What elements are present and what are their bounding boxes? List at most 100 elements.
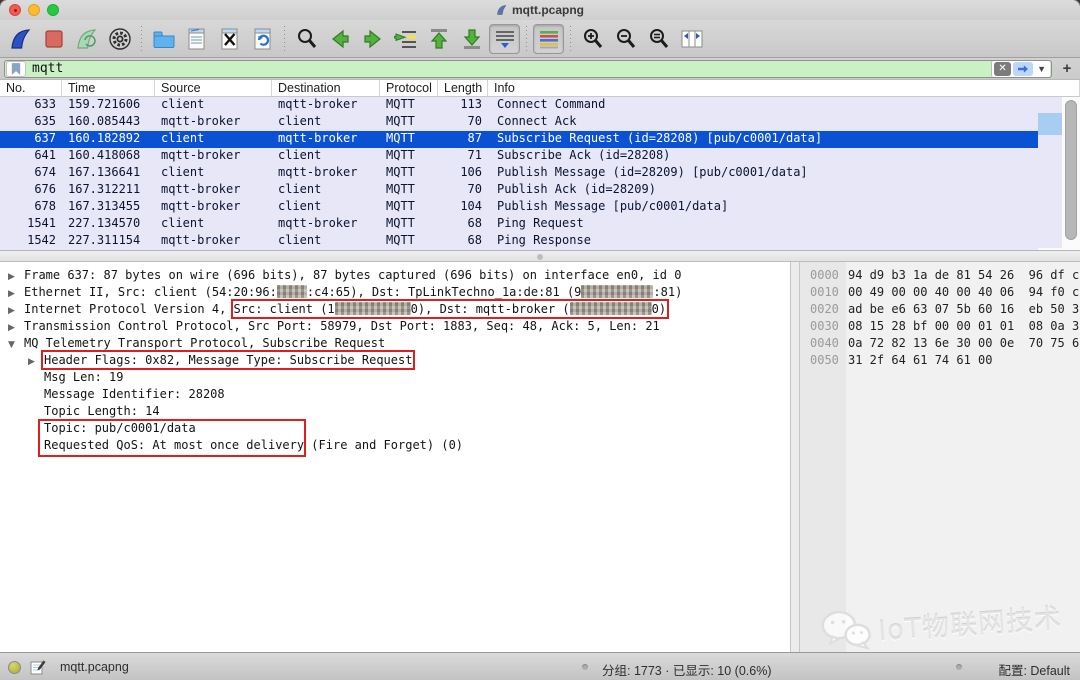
colorize-button[interactable]: [533, 24, 564, 54]
folder-icon: [152, 27, 176, 51]
detail-line[interactable]: ▶Frame 637: 87 bytes on wire (696 bits),…: [0, 268, 790, 285]
detail-line[interactable]: Message Identifier: 28208: [0, 387, 790, 404]
collapsed-arrow-icon[interactable]: ▶: [8, 306, 24, 316]
collapsed-arrow-icon[interactable]: ▶: [28, 357, 44, 367]
packet-row[interactable]: 1541227.134570clientmqtt-brokerMQTT68Pin…: [0, 216, 1038, 233]
detail-line[interactable]: ▼MQ Telemetry Transport Protocol, Subscr…: [0, 336, 790, 353]
packet-row[interactable]: 633159.721606clientmqtt-brokerMQTT113Con…: [0, 97, 1038, 114]
cell-proto: MQTT: [380, 148, 438, 165]
filter-dropdown-caret[interactable]: ▼: [1035, 64, 1048, 74]
filter-add-button[interactable]: +: [1058, 60, 1076, 77]
arrow-left-icon: [328, 27, 352, 51]
cell-src: mqtt-broker: [155, 114, 272, 131]
detail-text: Message Identifier: 28208: [44, 387, 225, 401]
packet-row[interactable]: 637160.182892clientmqtt-brokerMQTT87Subs…: [0, 131, 1038, 148]
display-filter-input[interactable]: mqtt ✕ ▼: [4, 60, 1052, 78]
go-to-top-button[interactable]: [423, 24, 454, 54]
resize-columns-button[interactable]: [676, 24, 707, 54]
save-file-button[interactable]: [181, 24, 212, 54]
packet-row[interactable]: 635160.085443mqtt-brokerclientMQTT70Conn…: [0, 114, 1038, 131]
go-to-bottom-button[interactable]: [456, 24, 487, 54]
cell-proto: MQTT: [380, 199, 438, 216]
cell-proto: MQTT: [380, 216, 438, 233]
restart-capture-button[interactable]: [71, 24, 102, 54]
hex-row[interactable]: 0020ad be e6 63 07 5b 60 16 eb 50 3: [810, 302, 1080, 319]
expanded-arrow-icon[interactable]: ▼: [8, 340, 24, 350]
cell-time: 160.418068: [62, 148, 155, 165]
cell-len: 106: [438, 165, 488, 182]
filter-bookmark-button[interactable]: [6, 61, 26, 77]
detail-text: Frame 637: 87 bytes on wire (696 bits), …: [24, 268, 681, 282]
go-forward-button[interactable]: [357, 24, 388, 54]
zoom-in-button[interactable]: [577, 24, 608, 54]
hex-bytes: 00 49 00 00 40 00 40 06 94 f0 c: [848, 285, 1079, 299]
maximize-window-button[interactable]: [47, 4, 59, 16]
column-header-no[interactable]: No.: [0, 80, 62, 96]
hex-row[interactable]: 005031 2f 64 61 74 61 00: [810, 353, 1080, 370]
collapsed-arrow-icon[interactable]: ▶: [8, 323, 24, 333]
filter-apply-button[interactable]: [1013, 62, 1033, 76]
start-capture-button[interactable]: [5, 24, 36, 54]
column-header-info[interactable]: Info: [488, 80, 1080, 96]
go-back-button[interactable]: [324, 24, 355, 54]
detail-line[interactable]: ▶Header Flags: 0x82, Message Type: Subsc…: [0, 353, 790, 370]
collapsed-arrow-icon[interactable]: ▶: [8, 289, 24, 299]
stop-capture-button[interactable]: [38, 24, 69, 54]
hex-row[interactable]: 001000 49 00 00 40 00 40 06 94 f0 c: [810, 285, 1080, 302]
close-file-button[interactable]: [214, 24, 245, 54]
scrollbar-thumb[interactable]: [1065, 100, 1077, 240]
reload-file-button[interactable]: [247, 24, 278, 54]
detail-line[interactable]: Msg Len: 19: [0, 370, 790, 387]
detail-line[interactable]: ▶Ethernet II, Src: client (54:20:96::c4:…: [0, 285, 790, 302]
packet-bytes-pane: 000094 d9 b3 1a de 81 54 26 96 df c00100…: [800, 262, 1080, 652]
cell-src: mqtt-broker: [155, 233, 272, 250]
intelligent-scrollbar-minimap[interactable]: [1038, 97, 1062, 248]
detail-line[interactable]: Requested QoS: At most once delivery (Fi…: [0, 438, 790, 455]
expert-info-indicator[interactable]: [8, 661, 21, 674]
collapsed-arrow-icon[interactable]: ▶: [8, 272, 24, 282]
zoom-out-icon: [614, 27, 638, 51]
go-to-packet-button[interactable]: [390, 24, 421, 54]
cell-info: Subscribe Ack (id=28208): [488, 148, 1038, 165]
zoom-100-button[interactable]: [643, 24, 674, 54]
cell-dst: client: [272, 114, 380, 131]
hex-row[interactable]: 00400a 72 82 13 6e 30 00 0e 70 75 6: [810, 336, 1080, 353]
auto-scroll-button[interactable]: [489, 24, 520, 54]
title-bar: mqtt.pcapng: [0, 0, 1080, 20]
capture-options-button[interactable]: [104, 24, 135, 54]
cell-src: mqtt-broker: [155, 199, 272, 216]
column-header-length[interactable]: Length: [438, 80, 488, 96]
packet-row[interactable]: 674167.136641clientmqtt-brokerMQTT106Pub…: [0, 165, 1038, 182]
filter-value[interactable]: mqtt: [26, 61, 991, 76]
minimize-window-button[interactable]: [28, 4, 40, 16]
packet-row[interactable]: 1542227.311154mqtt-brokerclientMQTT68Pin…: [0, 233, 1038, 250]
packet-row[interactable]: 678167.313455mqtt-brokerclientMQTT104Pub…: [0, 199, 1038, 216]
column-header-destination[interactable]: Destination: [272, 80, 380, 96]
open-file-button[interactable]: [148, 24, 179, 54]
find-packet-button[interactable]: [291, 24, 322, 54]
column-header-protocol[interactable]: Protocol: [380, 80, 438, 96]
close-window-button[interactable]: [9, 4, 21, 16]
splitter-handle[interactable]: [537, 254, 543, 260]
filter-controls: ✕ ▼: [991, 61, 1050, 77]
hex-row[interactable]: 003008 15 28 bf 00 00 01 01 08 0a 3: [810, 319, 1080, 336]
arrow-right-icon: [361, 27, 385, 51]
packet-row[interactable]: 676167.312211mqtt-brokerclientMQTT70Publ…: [0, 182, 1038, 199]
detail-line[interactable]: ▶Internet Protocol Version 4, Src: clien…: [0, 302, 790, 319]
column-header-time[interactable]: Time: [62, 80, 155, 96]
cell-time: 167.312211: [62, 182, 155, 199]
zoom-out-button[interactable]: [610, 24, 641, 54]
details-hex-splitter[interactable]: [790, 262, 800, 652]
pane-splitter[interactable]: [0, 250, 1080, 262]
hex-row[interactable]: 000094 d9 b3 1a de 81 54 26 96 df c: [810, 268, 1080, 285]
detail-text: Topic: pub/c0001/data: [44, 421, 196, 435]
column-header-source[interactable]: Source: [155, 80, 272, 96]
profile-selector[interactable]: 配置: Default: [998, 660, 1070, 679]
filter-clear-button[interactable]: ✕: [994, 62, 1011, 76]
detail-line[interactable]: Topic: pub/c0001/data: [0, 421, 790, 438]
detail-line[interactable]: ▶Transmission Control Protocol, Src Port…: [0, 319, 790, 336]
detail-line[interactable]: Topic Length: 14: [0, 404, 790, 421]
packet-row[interactable]: 641160.418068mqtt-brokerclientMQTT71Subs…: [0, 148, 1038, 165]
cell-len: 87: [438, 131, 488, 148]
capture-comment-button[interactable]: [30, 659, 46, 678]
